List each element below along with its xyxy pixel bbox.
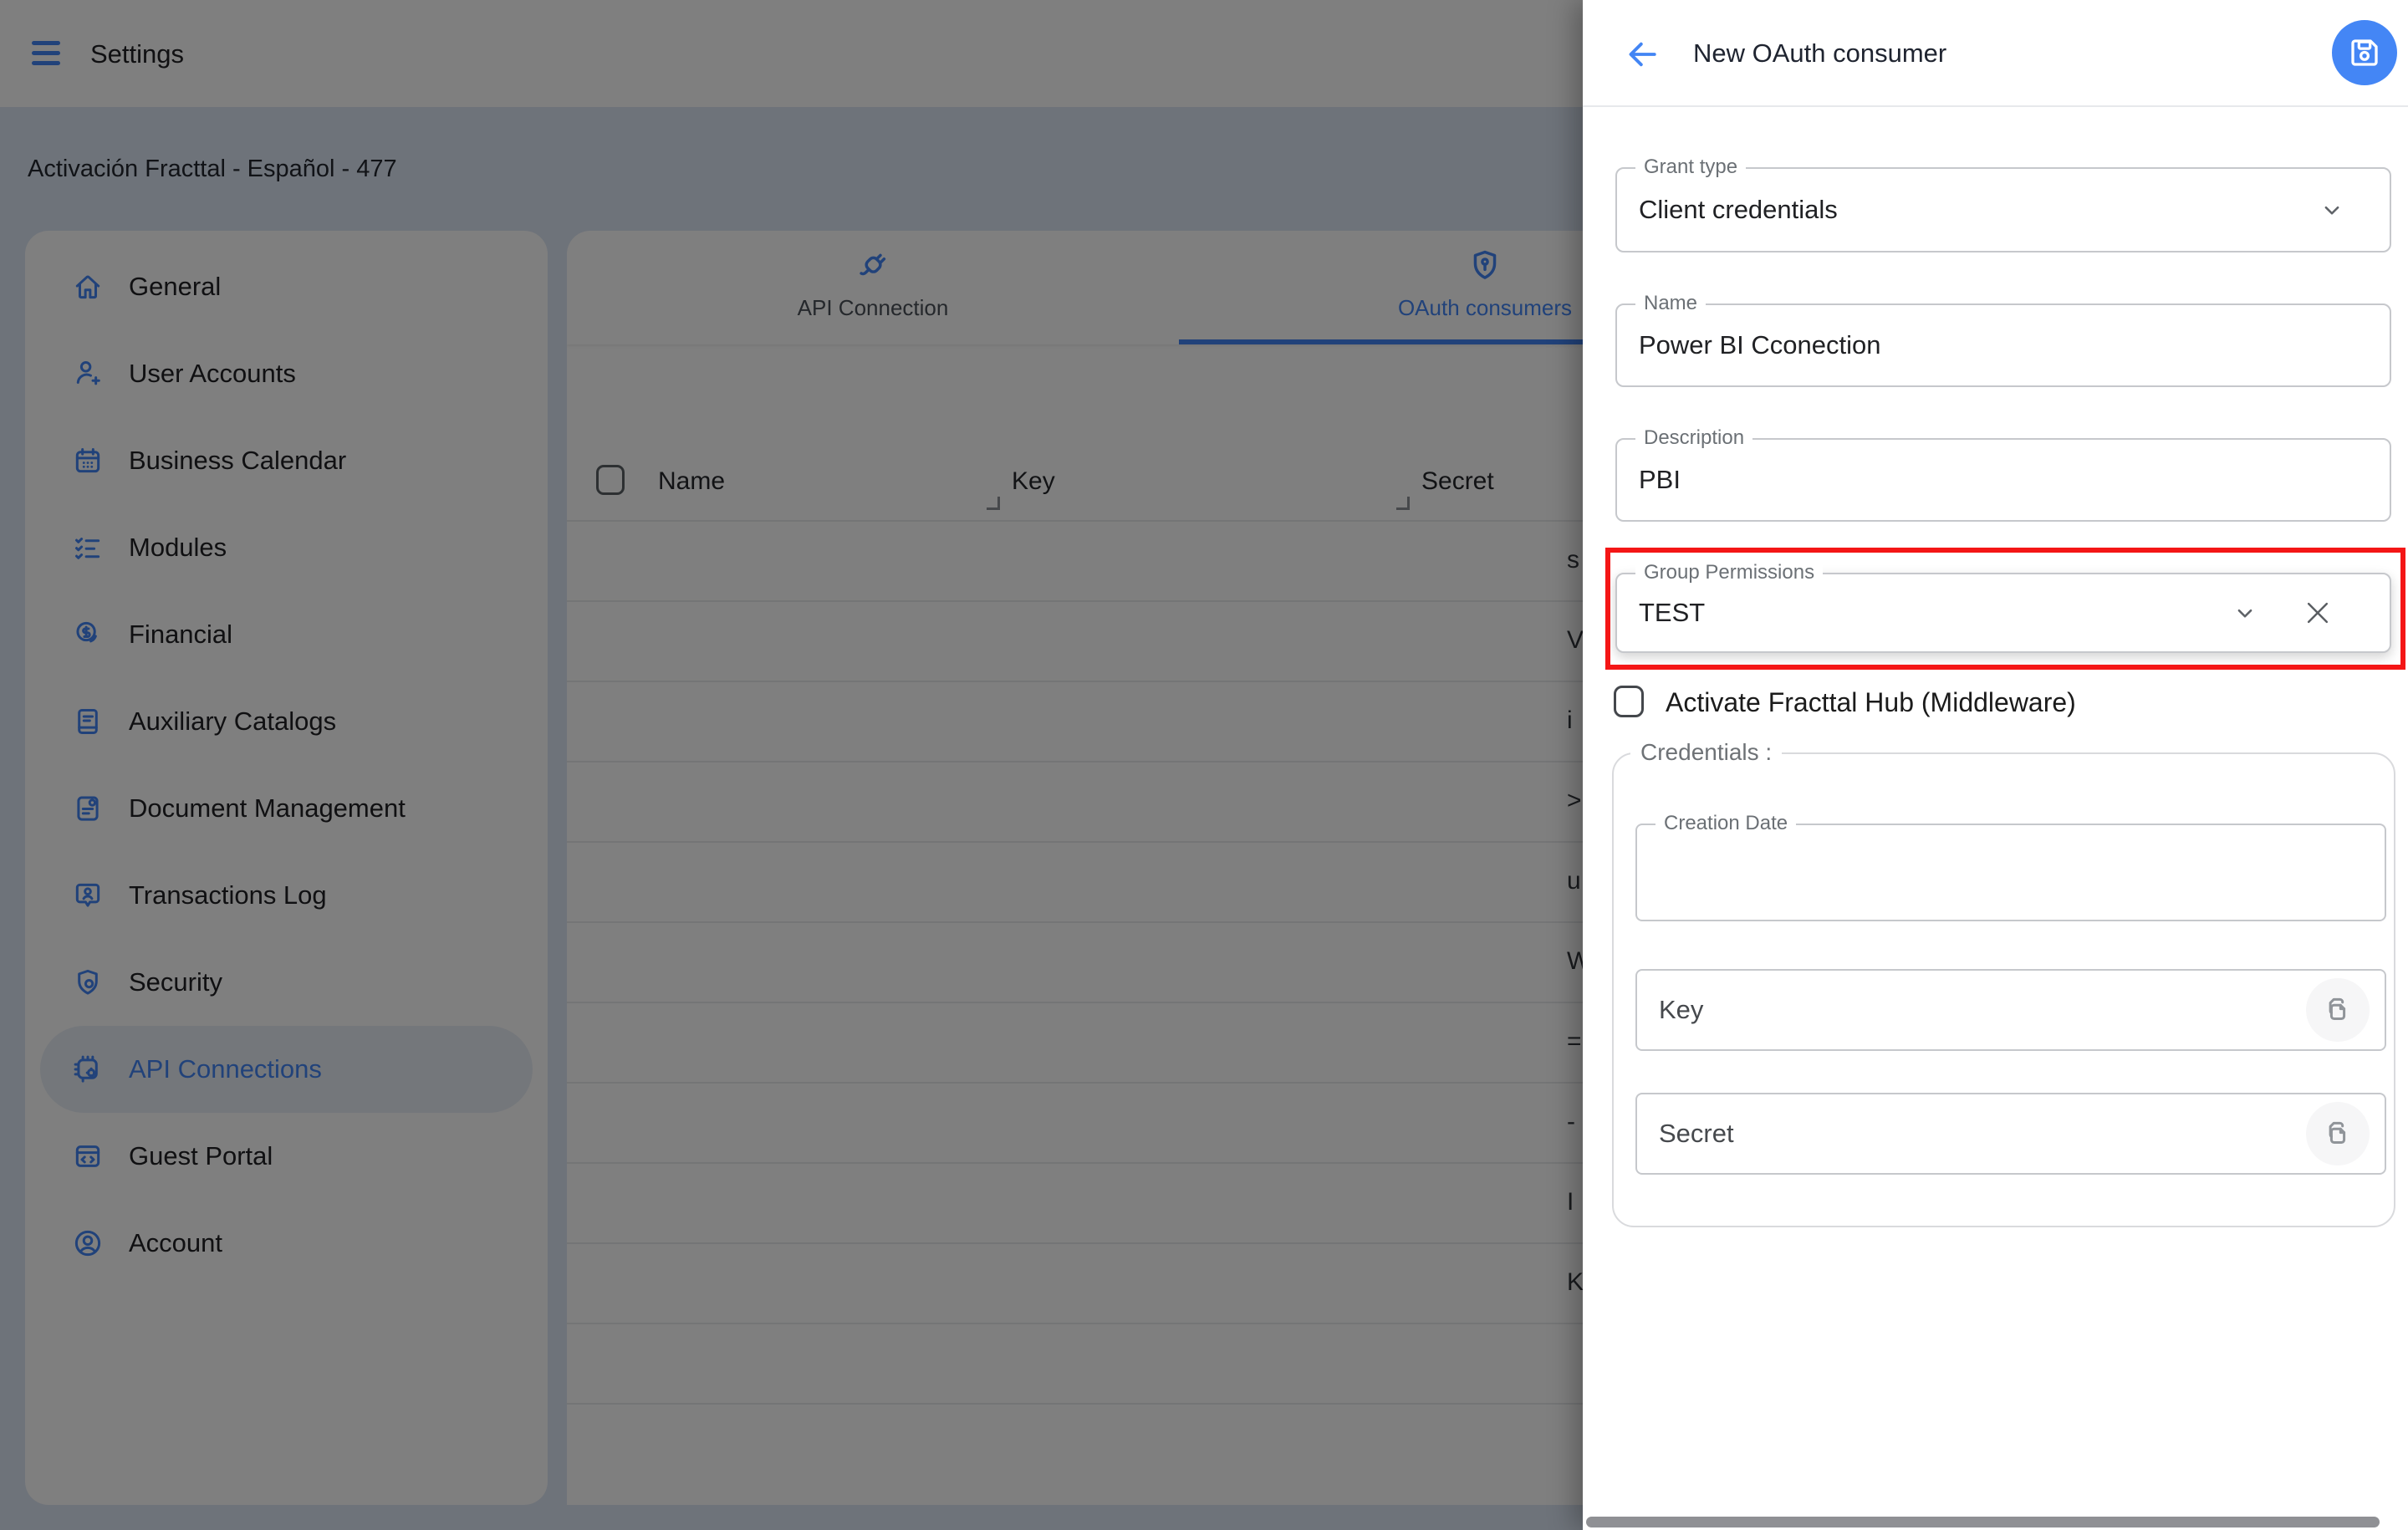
- credentials-section: Credentials : Creation Date Key Secret: [1612, 752, 2395, 1227]
- drawer-header: New OAuth consumer: [1583, 0, 2408, 107]
- name-label: Name: [1635, 292, 1706, 315]
- activate-hub-label: Activate Fracttal Hub (Middleware): [1666, 687, 2076, 718]
- copy-secret-button[interactable]: [2306, 1102, 2370, 1165]
- grant-type-select[interactable]: Grant type Client credentials: [1615, 167, 2391, 252]
- credentials-legend: Credentials :: [1630, 739, 1782, 766]
- chevron-down-icon[interactable]: [2231, 599, 2259, 627]
- save-button[interactable]: [2332, 20, 2397, 85]
- secret-placeholder: Secret: [1659, 1119, 1734, 1149]
- group-permissions-label: Group Permissions: [1635, 561, 1823, 584]
- description-label: Description: [1635, 426, 1752, 450]
- group-permissions-value: TEST: [1639, 598, 1705, 628]
- key-field[interactable]: Key: [1635, 969, 2386, 1051]
- key-placeholder: Key: [1659, 995, 1703, 1025]
- save-icon: [2347, 35, 2382, 70]
- name-value: Power BI Cconection: [1639, 330, 1880, 360]
- horizontal-scrollbar[interactable]: [1586, 1517, 2380, 1527]
- secret-field[interactable]: Secret: [1635, 1093, 2386, 1175]
- back-arrow-icon[interactable]: [1625, 36, 1661, 73]
- activate-hub-checkbox[interactable]: [1614, 686, 1644, 717]
- copy-icon: [2322, 994, 2354, 1026]
- copy-icon: [2322, 1118, 2354, 1150]
- grant-type-value: Client credentials: [1639, 195, 1838, 225]
- new-oauth-consumer-drawer: New OAuth consumer Grant type Client cre…: [1583, 0, 2408, 1530]
- grant-type-label: Grant type: [1635, 156, 1746, 179]
- description-field[interactable]: Description PBI: [1615, 438, 2391, 522]
- creation-date-field[interactable]: Creation Date: [1635, 824, 2386, 921]
- drawer-title: New OAuth consumer: [1693, 38, 1946, 69]
- clear-icon[interactable]: [2301, 596, 2334, 630]
- chevron-down-icon[interactable]: [2318, 196, 2346, 224]
- group-permissions-select[interactable]: Group Permissions TEST: [1615, 573, 2391, 653]
- name-field[interactable]: Name Power BI Cconection: [1615, 303, 2391, 387]
- creation-date-label: Creation Date: [1656, 812, 1796, 835]
- copy-key-button[interactable]: [2306, 978, 2370, 1042]
- app-root: Settings Activación Fracttal - Español -…: [0, 0, 2408, 1530]
- description-value: PBI: [1639, 465, 1681, 495]
